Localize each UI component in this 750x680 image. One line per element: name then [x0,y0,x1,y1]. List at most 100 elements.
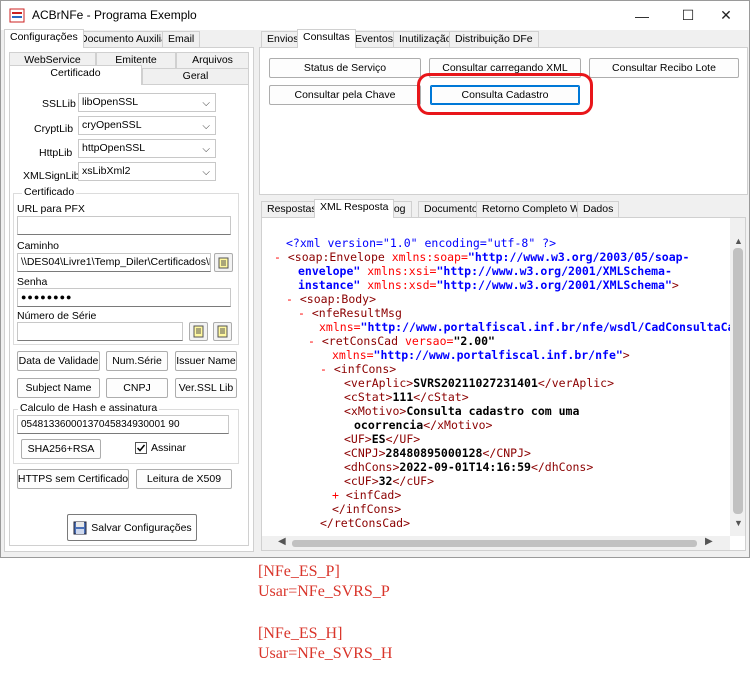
tab-dados[interactable]: Dados [577,201,620,218]
ssllib-label: SSLLib [42,98,76,110]
config-line-3: [NFe_ES_H] [258,625,343,642]
expand-toggle[interactable]: + [332,488,339,502]
senha-input[interactable]: ●●●●●●●● [17,288,231,307]
vertical-scrollbar[interactable]: ▲ ▼ [730,218,745,536]
xml-line-infcons: - <infCons> [320,362,397,376]
tab-eventos[interactable]: Eventos [349,31,399,48]
close-button[interactable]: ✕ [703,1,749,30]
salvar-configuracoes-button[interactable]: Salvar Configurações [67,514,197,541]
sha256-rsa-button[interactable]: SHA256+RSA [21,439,101,459]
tab-documento[interactable]: Documento [418,201,484,218]
tab-distribuicao-dfe[interactable]: Distribuição DFe [449,31,539,48]
scroll-left-icon[interactable]: ◀ [278,536,286,547]
collapse-toggle[interactable]: - [298,306,305,320]
ver-ssl-lib-button[interactable]: Ver.SSL Lib [175,378,237,398]
caminho-input[interactable]: \\DES04\Livre1\Temp_Diler\Certificados\M… [17,253,211,272]
chevron-down-icon: ⌵ [202,167,210,178]
xml-line-cuf: <cUF>32</cUF> [344,474,435,488]
xmlsignlib-select[interactable]: xsLibXml2 ⌵ [78,162,216,181]
status-servico-button[interactable]: Status de Serviço [269,58,421,78]
collapse-toggle[interactable]: - [274,250,281,264]
xml-line-soap-envelope: - <soap:Envelope xmlns:soap="http://www.… [274,250,690,264]
num-serie-button[interactable]: Num.Série [106,351,168,371]
xml-viewer[interactable]: <?xml version="1.0" encoding="utf-8" ?> … [261,217,746,551]
minimize-button[interactable]: — [619,1,665,30]
xml-line-nferesultmsg: - <nfeResultMsg [298,306,402,320]
assinar-label: Assinar [151,442,187,454]
config-line-4: Usar=NFe_SVRS_H [258,645,393,662]
httplib-label: HttpLib [39,147,73,159]
chevron-down-icon: ⌵ [202,144,210,155]
xml-line-instance: instance" xmlns:xsd="http://www.w3.org/2… [298,278,679,292]
senha-label: Senha [17,276,48,288]
httplib-select[interactable]: httpOpenSSL ⌵ [78,139,216,158]
certificado-group-title: Certificado [22,186,77,198]
xml-line-soap-body: - <soap:Body> [286,292,377,306]
folder-open-icon [218,257,229,269]
caminho-label: Caminho [17,240,60,252]
leitura-x509-button[interactable]: Leitura de X509 [136,469,232,489]
xml-line-uf: <UF>ES</UF> [344,432,421,446]
vertical-scroll-thumb[interactable] [733,248,743,514]
hash-group-title: Calculo de Hash e assinatura [18,402,160,414]
tab-inutilizacao[interactable]: Inutilização [393,31,458,48]
httplib-value: httpOpenSSL [82,142,146,154]
subtab-certificado[interactable]: Certificado [9,65,142,85]
tab-configuracoes[interactable]: Configurações [4,29,84,48]
xml-line-infcad: + <infCad> [332,488,402,502]
xml-line-cstat: <cStat>111</cStat> [344,390,469,404]
salvar-configuracoes-label: Salvar Configurações [91,521,192,534]
xmlsignlib-label: XMLSignLib [23,170,80,182]
app-logo-icon [9,8,25,23]
collapse-toggle[interactable]: - [320,362,327,376]
url-pfx-label: URL para PFX [17,203,85,215]
tab-email[interactable]: Email [162,31,201,48]
horizontal-scroll-thumb[interactable] [292,540,697,547]
scroll-right-icon[interactable]: ▶ [705,536,713,547]
consultar-pela-chave-button[interactable]: Consultar pela Chave [269,85,421,105]
xml-line-envelope-cont: envelope" xmlns:xsi="http://www.w3.org/2… [298,264,672,278]
issuer-name-button[interactable]: Issuer Name [175,351,237,371]
numero-serie-label: Número de Série [17,310,97,322]
xml-line-nferesultmsg-xmlns: xmlns="http://www.portalfiscal.inf.br/nf… [319,320,745,334]
checkmark-icon [136,444,146,452]
https-sem-certificado-button[interactable]: HTTPS sem Certificado [17,469,129,489]
xml-line-dhcons: <dhCons>2022-09-01T14:16:59</dhCons> [344,460,594,474]
hash-input[interactable]: 05481336000137045834930001 90 [17,415,229,434]
xml-line-retconscad-xmlns: xmlns="http://www.portalfiscal.inf.br/nf… [332,348,630,362]
xml-line-xmotivo-cont: ocorrencia</xMotivo> [354,418,493,432]
subtab-arquivos[interactable]: Arquivos [176,52,249,69]
subject-name-button[interactable]: Subject Name [17,378,100,398]
consultar-recibo-lote-button[interactable]: Consultar Recibo Lote [589,58,739,78]
cnpj-button[interactable]: CNPJ [106,378,168,398]
tab-retorno-completo-ws[interactable]: Retorno Completo WS [476,201,594,218]
scroll-up-icon[interactable]: ▲ [734,236,743,246]
ssllib-select[interactable]: libOpenSSL ⌵ [78,93,216,112]
list-certs-button[interactable] [213,322,232,341]
url-pfx-input[interactable] [17,216,231,235]
collapse-toggle[interactable]: - [286,292,293,306]
browse-file-button[interactable] [214,253,233,272]
tab-consultas[interactable]: Consultas [297,29,356,48]
config-line-1: [NFe_ES_P] [258,563,340,580]
data-validade-button[interactable]: Data de Validade [17,351,100,371]
select-cert-button[interactable] [189,322,208,341]
cryptlib-label: CryptLib [34,123,74,135]
chevron-down-icon: ⌵ [202,98,210,109]
document-icon [193,325,204,338]
subtab-geral[interactable]: Geral [142,68,249,85]
save-icon [73,521,87,534]
chevron-down-icon: ⌵ [202,121,210,132]
xml-line-cnpj: <CNPJ>28480895000128</CNPJ> [344,446,531,460]
cryptlib-select[interactable]: cryOpenSSL ⌵ [78,116,216,135]
xml-line-veraplic: <verAplic>SVRS20211027231401</verAplic> [344,376,615,390]
horizontal-scrollbar[interactable]: ◀ ▶ [262,536,730,550]
collapse-toggle[interactable]: - [308,334,315,348]
assinar-checkbox[interactable] [135,442,147,454]
xml-line-xmotivo: <xMotivo>Consulta cadastro com uma [344,404,580,418]
scroll-down-icon[interactable]: ▼ [734,518,743,528]
numero-serie-input[interactable] [17,322,183,341]
config-line-2: Usar=NFe_SVRS_P [258,583,390,600]
title-bar: ACBrNFe - Programa Exemplo — ☐ ✕ [1,1,749,30]
tab-xml-resposta[interactable]: XML Resposta [314,199,395,218]
